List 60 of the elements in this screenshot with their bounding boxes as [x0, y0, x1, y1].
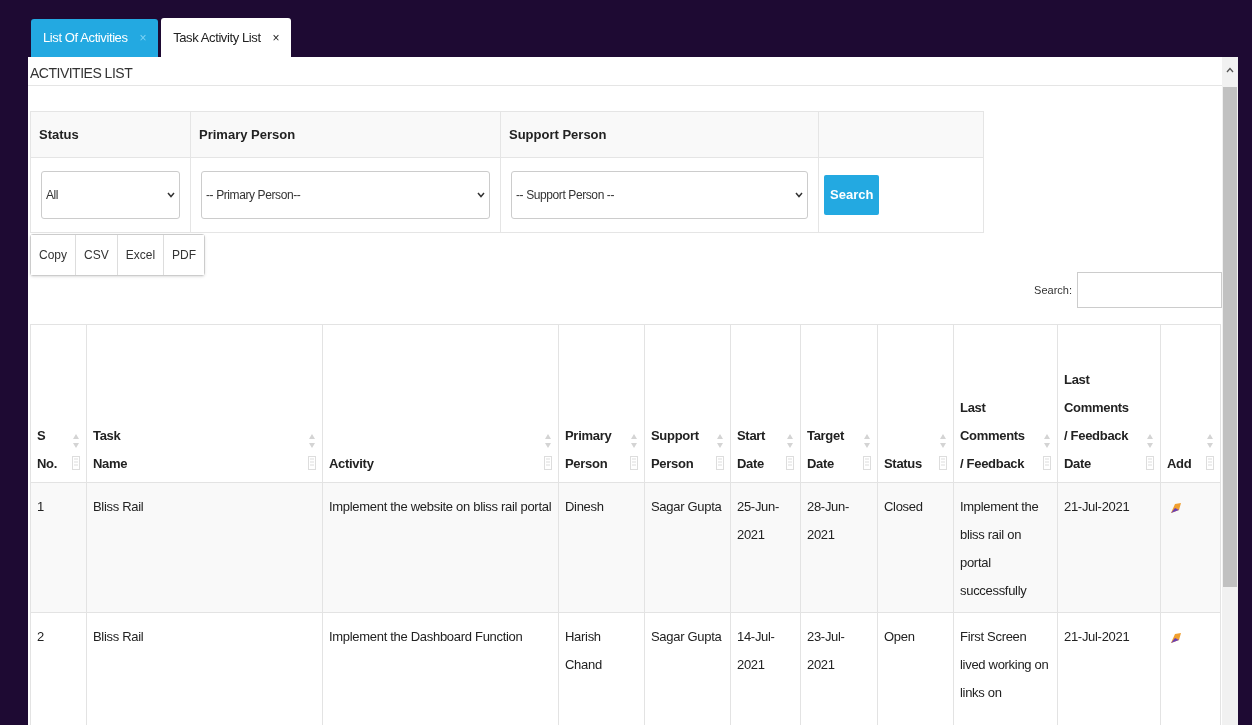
- export-button[interactable]: Excel: [117, 235, 165, 275]
- export-button[interactable]: CSV: [76, 235, 118, 275]
- chevron-down-icon: [795, 192, 803, 198]
- panel-title: ACTIVITIES LIST: [28, 57, 1222, 86]
- sort-icon: [309, 434, 315, 448]
- search-label: Search:: [1034, 282, 1072, 298]
- table-cell: 2: [30, 612, 87, 725]
- scrollbar[interactable]: [1222, 57, 1238, 725]
- filter-dropdown[interactable]: -- Primary Person--: [201, 171, 490, 219]
- sort-icon: [1147, 434, 1153, 448]
- column-header[interactable]: Activity: [329, 450, 374, 478]
- table-cell: Bliss Rail: [86, 482, 323, 613]
- table-cell: Sagar Gupta: [644, 482, 731, 613]
- table-cell: 1: [30, 482, 87, 613]
- sort-icon: [864, 434, 870, 448]
- table-cell: Closed: [877, 482, 954, 613]
- table-cell: 21-Jul-2021: [1057, 482, 1161, 613]
- sort-icon: [787, 434, 793, 448]
- filter-dropdown[interactable]: -- Support Person --: [511, 171, 808, 219]
- sort-icon: [545, 434, 551, 448]
- column-menu-icon: [544, 456, 552, 470]
- filter-label: Status: [30, 111, 191, 158]
- filter-label: Support Person: [500, 111, 819, 158]
- sort-icon: [1207, 434, 1213, 448]
- add-icon[interactable]: [1169, 501, 1183, 515]
- export-button[interactable]: Copy: [31, 235, 76, 275]
- sort-icon: [717, 434, 723, 448]
- sort-icon: [940, 434, 946, 448]
- chevron-down-icon: [477, 192, 485, 198]
- search-field[interactable]: [1077, 272, 1222, 308]
- scroll-up-icon[interactable]: [1226, 67, 1234, 73]
- column-menu-icon: [939, 456, 947, 470]
- table-cell: 25-Jun-2021: [730, 482, 801, 613]
- column-header[interactable]: Task Name: [93, 422, 153, 478]
- column-header[interactable]: S No.: [37, 422, 57, 478]
- column-menu-icon: [72, 456, 80, 470]
- column-header[interactable]: Status: [884, 450, 922, 478]
- sort-icon: [1044, 434, 1050, 448]
- tab[interactable]: Task Activity List ×: [161, 18, 292, 58]
- column-header[interactable]: Add: [1167, 450, 1192, 478]
- sort-icon: [73, 434, 79, 448]
- export-button[interactable]: PDF: [164, 235, 205, 275]
- column-menu-icon: [1043, 456, 1051, 470]
- add-icon[interactable]: [1169, 631, 1183, 645]
- column-menu-icon: [786, 456, 794, 470]
- table-cell: 28-Jun-2021: [800, 482, 878, 613]
- close-button[interactable]: ×: [272, 29, 280, 47]
- table-cell: Implement the bliss rail on portal successfully: [953, 482, 1058, 613]
- column-menu-icon: [1206, 456, 1214, 470]
- column-menu-icon: [863, 456, 871, 470]
- filter-label: Primary Person: [190, 111, 501, 158]
- table-cell: Implement the website on bliss rail portal: [322, 482, 559, 613]
- column-menu-icon: [308, 456, 316, 470]
- table-cell: Dinesh: [558, 482, 645, 613]
- column-menu-icon: [630, 456, 638, 470]
- filter-dropdown[interactable]: All: [41, 171, 180, 219]
- column-menu-icon: [1146, 456, 1154, 470]
- sort-icon: [631, 434, 637, 448]
- column-menu-icon: [716, 456, 724, 470]
- chevron-down-icon: [167, 192, 175, 198]
